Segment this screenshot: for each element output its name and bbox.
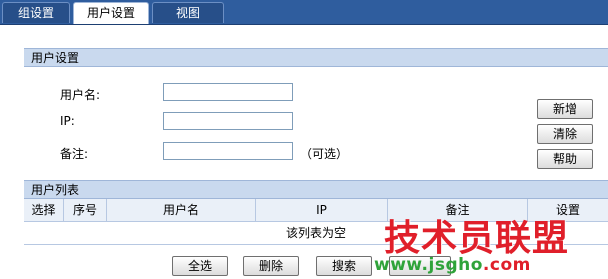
ip-input[interactable] [163,112,293,130]
column-username: 用户名 [107,199,256,221]
search-button[interactable]: 搜索 [316,256,372,276]
watermark-url-suffix: .com [482,255,531,275]
tab-bar: 组设置 用户设置 视图 [0,0,608,25]
watermark-title: 技术员联盟 [384,218,570,259]
column-ip: IP [256,199,388,221]
username-input[interactable] [163,83,293,101]
note-label: 备注: [60,147,89,161]
watermark-url: www.jsgho.com [374,255,531,275]
watermark-url-prefix: www. [374,255,429,275]
tab-group-settings[interactable]: 组设置 [2,2,70,23]
column-select: 选择 [24,199,64,221]
tab-view[interactable]: 视图 [152,2,224,23]
user-list-header: 用户列表 [24,180,608,199]
add-button[interactable]: 新增 [537,99,593,119]
clear-button[interactable]: 清除 [537,124,593,144]
select-all-button[interactable]: 全选 [172,256,228,276]
user-settings-header: 用户设置 [24,48,608,67]
optional-hint: （可选） [300,147,349,161]
username-label: 用户名: [60,88,101,102]
tab-user-settings[interactable]: 用户设置 [73,2,149,24]
watermark-logo: 技术员联盟 www.jsgho.com [374,205,608,279]
delete-button[interactable]: 删除 [243,256,299,276]
column-index: 序号 [64,199,107,221]
watermark-url-mid: jsgho [428,255,483,275]
help-button[interactable]: 帮助 [537,149,593,169]
note-input[interactable] [163,142,293,160]
ip-label: IP: [60,114,75,128]
